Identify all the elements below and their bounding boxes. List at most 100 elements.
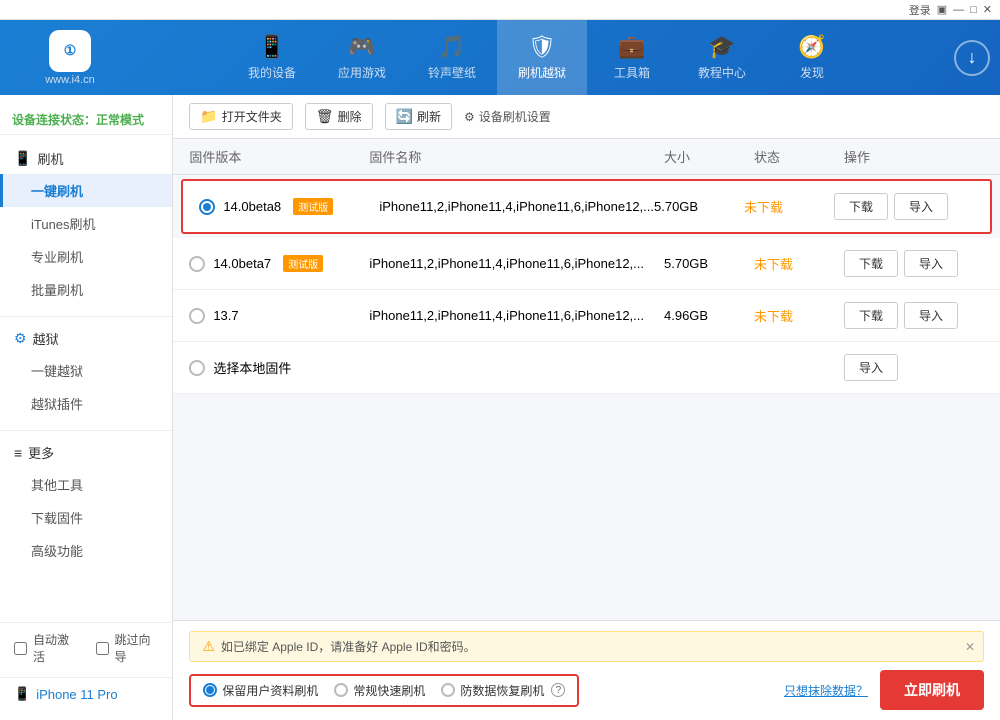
nav-flash-jailbreak-label: 刷机越狱 — [518, 64, 566, 81]
music-icon: 🎵 — [438, 34, 465, 60]
device-status-value: 正常模式 — [96, 113, 144, 127]
row1-version: 14.0beta8 测试版 — [199, 198, 379, 215]
firmware-table: 固件版本 固件名称 大小 状态 操作 14.0beta8 测试版 iPhone1… — [173, 139, 1000, 620]
col-version: 固件版本 — [189, 147, 369, 166]
sidebar-item-itunes-flash[interactable]: iTunes刷机 — [0, 207, 172, 240]
nav-items: 📱 我的设备 🎮 应用游戏 🎵 铃声壁纸 🛡 刷机越狱 💼 工具箱 🎓 — [130, 20, 954, 95]
notice-warning-icon: ⚠ — [202, 638, 215, 655]
row1-download-btn[interactable]: 下载 — [834, 193, 888, 220]
close-icon[interactable]: ✕ — [983, 3, 992, 16]
row3-size: 4.96GB — [664, 308, 754, 323]
sidebar-more-header[interactable]: ≡ 更多 — [0, 437, 172, 468]
recovery-help-icon[interactable]: ? — [551, 683, 565, 697]
login-link[interactable]: 登录 — [909, 2, 931, 18]
sidebar-item-advanced[interactable]: 高级功能 — [0, 534, 172, 567]
sidebar-item-one-click-flash[interactable]: 一键刷机 — [0, 174, 172, 207]
delete-button[interactable]: 🗑 删除 — [305, 103, 373, 130]
col-status: 状态 — [754, 147, 844, 166]
quick-flash-radio[interactable] — [334, 683, 348, 697]
sidebar-flash-header[interactable]: 📱 刷机 — [0, 143, 172, 174]
refresh-button[interactable]: 🔄 刷新 — [385, 103, 452, 130]
sidebar-item-pro-flash[interactable]: 专业刷机 — [0, 240, 172, 273]
row1-name: iPhone11,2,iPhone11,4,iPhone11,6,iPhone1… — [379, 199, 654, 214]
table-row[interactable]: 14.0beta8 测试版 iPhone11,2,iPhone11,4,iPho… — [181, 179, 992, 234]
row3-import-btn[interactable]: 导入 — [904, 302, 958, 329]
row3-download-btn[interactable]: 下载 — [844, 302, 898, 329]
nav-my-device-label: 我的设备 — [248, 64, 296, 81]
flash-option-quick[interactable]: 常规快速刷机 — [334, 682, 425, 699]
recovery-flash-radio[interactable] — [441, 683, 455, 697]
sidebar-divider-2 — [0, 430, 172, 431]
open-folder-button[interactable]: 📁 打开文件夹 — [189, 103, 292, 130]
sidebar-item-other-tools[interactable]: 其他工具 — [0, 468, 172, 501]
flash-bottom-area: ⚠ 如已绑定 Apple ID，请准备好 Apple ID和密码。 ✕ 保留用户… — [173, 620, 1000, 720]
compass-icon: 🧭 — [798, 34, 825, 60]
nav-ringtones-label: 铃声壁纸 — [428, 64, 476, 81]
flash-option-keep-data[interactable]: 保留用户资料刷机 — [203, 682, 318, 699]
nav-my-device[interactable]: 📱 我的设备 — [227, 20, 317, 95]
device-flash-settings[interactable]: ⚙ 设备刷机设置 — [464, 108, 551, 125]
notice-close-btn[interactable]: ✕ — [965, 640, 975, 654]
content-toolbar: 📁 打开文件夹 🗑 删除 🔄 刷新 ⚙ 设备刷机设置 — [173, 95, 1000, 139]
minimize-icon[interactable]: — — [953, 4, 964, 16]
col-size: 大小 — [664, 147, 754, 166]
table-row[interactable]: 选择本地固件 导入 — [173, 342, 1000, 394]
header-right: ↓ — [954, 40, 990, 76]
flash-option-recovery[interactable]: 防数据恢复刷机 ? — [441, 682, 565, 699]
sidebar-jailbreak-header[interactable]: ⚙ 越狱 — [0, 323, 172, 354]
settings-gear-icon: ⚙ — [464, 110, 475, 124]
row3-radio[interactable] — [189, 308, 205, 324]
row2-tag: 测试版 — [283, 255, 323, 272]
row2-radio[interactable] — [189, 256, 205, 272]
row2-download-btn[interactable]: 下载 — [844, 250, 898, 277]
flash-now-button[interactable]: 立即刷机 — [880, 670, 984, 710]
row2-import-btn[interactable]: 导入 — [904, 250, 958, 277]
sidebar: 设备连接状态：正常模式 📱 刷机 一键刷机 iTunes刷机 专业刷机 批量刷机… — [0, 95, 173, 720]
keep-data-radio[interactable] — [203, 683, 217, 697]
header: ① www.i4.cn 📱 我的设备 🎮 应用游戏 🎵 铃声壁纸 🛡 刷机越狱 — [0, 20, 1000, 95]
sidebar-item-jailbreak-plugins[interactable]: 越狱插件 — [0, 387, 172, 420]
logo-text: www.i4.cn — [45, 74, 95, 86]
table-row[interactable]: 14.0beta7 测试版 iPhone11,2,iPhone11,4,iPho… — [173, 238, 1000, 290]
title-bar: 登录 ▣ — □ ✕ — [0, 0, 1000, 20]
row4-import-btn[interactable]: 导入 — [844, 354, 898, 381]
delete-label: 删除 — [338, 108, 362, 125]
auto-activate-checkbox-row[interactable]: 自动激活 跳过向导 — [14, 631, 158, 665]
delete-icon: 🗑 — [316, 108, 334, 125]
row2-status: 未下载 — [754, 254, 844, 273]
download-circle[interactable]: ↓ — [954, 40, 990, 76]
nav-discover[interactable]: 🧭 发现 — [767, 20, 857, 95]
graduation-icon: 🎓 — [708, 34, 735, 60]
auto-activate-label: 自动激活 — [33, 631, 77, 665]
skip-guide-checkbox[interactable] — [96, 642, 109, 655]
skip-guide-label: 跳过向导 — [115, 631, 159, 665]
sidebar-section-flash: 📱 刷机 一键刷机 iTunes刷机 专业刷机 批量刷机 — [0, 143, 172, 306]
grid-icon[interactable]: ▣ — [937, 3, 947, 16]
row1-import-btn[interactable]: 导入 — [894, 193, 948, 220]
logo-icon: ① — [49, 30, 91, 72]
table-row[interactable]: 13.7 iPhone11,2,iPhone11,4,iPhone11,6,iP… — [173, 290, 1000, 342]
delete-data-link[interactable]: 只想抹除数据？ — [784, 682, 868, 699]
refresh-label: 刷新 — [417, 108, 441, 125]
phone-icon: 📱 — [258, 34, 285, 60]
nav-discover-label: 发现 — [800, 64, 824, 81]
nav-tutorials[interactable]: 🎓 教程中心 — [677, 20, 767, 95]
row4-radio[interactable] — [189, 360, 205, 376]
nav-ringtones[interactable]: 🎵 铃声壁纸 — [407, 20, 497, 95]
nav-apps-games[interactable]: 🎮 应用游戏 — [317, 20, 407, 95]
row1-tag: 测试版 — [293, 198, 333, 215]
table-header: 固件版本 固件名称 大小 状态 操作 — [173, 139, 1000, 175]
nav-flash-jailbreak[interactable]: 🛡 刷机越狱 — [497, 20, 587, 95]
row3-version: 13.7 — [189, 308, 369, 324]
sidebar-item-download-firmware[interactable]: 下载固件 — [0, 501, 172, 534]
col-name: 固件名称 — [369, 147, 664, 166]
row1-version-text: 14.0beta8 — [223, 199, 281, 214]
maximize-icon[interactable]: □ — [970, 4, 977, 16]
auto-activate-checkbox[interactable] — [14, 642, 27, 655]
row1-radio[interactable] — [199, 199, 215, 215]
sidebar-item-batch-flash[interactable]: 批量刷机 — [0, 273, 172, 306]
sidebar-item-one-click-jailbreak[interactable]: 一键越狱 — [0, 354, 172, 387]
nav-tools[interactable]: 💼 工具箱 — [587, 20, 677, 95]
content-area: 📁 打开文件夹 🗑 删除 🔄 刷新 ⚙ 设备刷机设置 — [173, 95, 1000, 720]
row2-version-text: 14.0beta7 — [213, 256, 271, 271]
